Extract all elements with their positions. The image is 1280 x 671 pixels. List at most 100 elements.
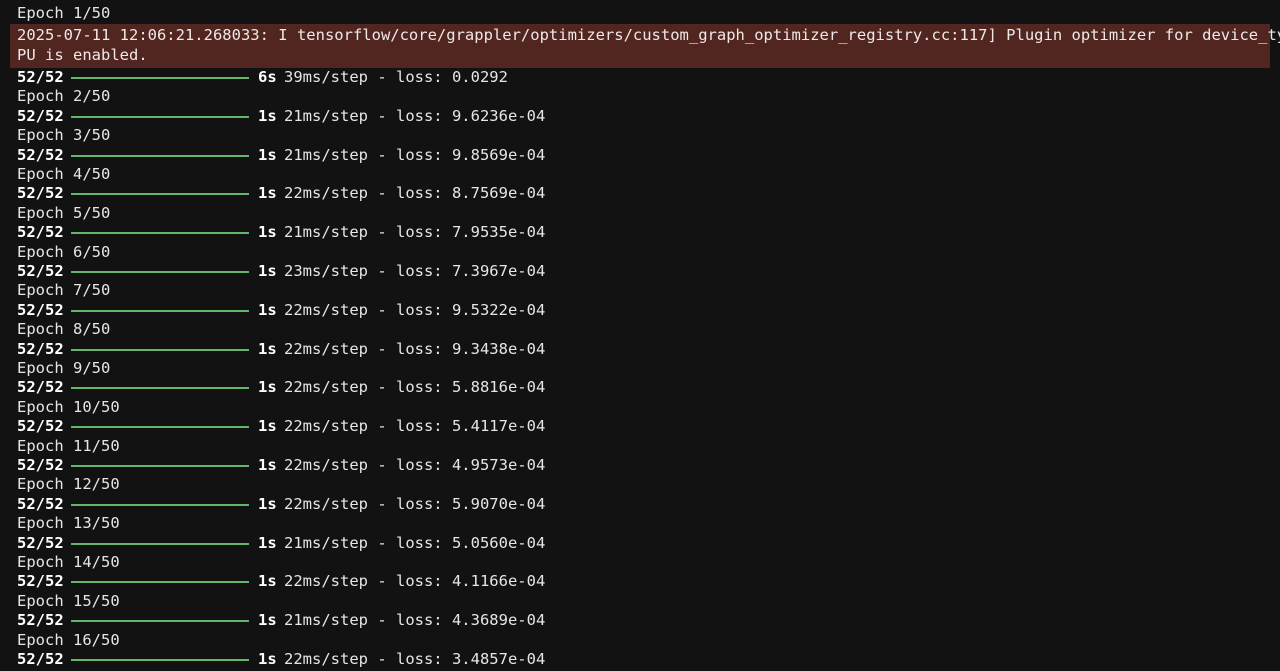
epoch-header: Epoch 6/50 [17, 242, 111, 261]
warning-line: PU is enabled. [17, 45, 148, 64]
epoch-time: 1s [258, 378, 277, 397]
step-count: 52/52 [17, 572, 64, 591]
epoch-header: Epoch 1/50 [17, 4, 111, 22]
step-count: 52/52 [17, 145, 64, 164]
progress-bar-fill [71, 193, 249, 196]
progress-bar-fill [71, 426, 249, 429]
step-time-loss: 21ms/step - loss: 7.9535e-04 [284, 223, 546, 242]
progress-bar [71, 115, 249, 118]
progress-bar [71, 465, 249, 467]
progress-bar [71, 659, 249, 661]
step-time-loss: 21ms/step - loss: 9.6236e-04 [284, 106, 546, 125]
epoch-time: 1s [258, 572, 277, 591]
progress-bar-fill [71, 309, 249, 312]
epoch-header: Epoch 15/50 [17, 591, 120, 610]
step-time-loss: 22ms/step - loss: 9.3438e-04 [284, 339, 546, 358]
step-count: 52/52 [17, 533, 64, 552]
epoch-header: Epoch 10/50 [17, 397, 120, 416]
progress-bar [71, 193, 249, 196]
step-count: 52/52 [17, 417, 64, 436]
progress-bar [71, 154, 249, 157]
step-count: 52/52 [17, 611, 64, 630]
progress-bar [71, 232, 249, 235]
progress-bar-fill [71, 387, 249, 390]
step-count: 52/52 [17, 262, 64, 280]
progress-bar [71, 542, 249, 545]
epoch-time: 1s [258, 339, 277, 358]
step-count: 52/52 [17, 339, 64, 358]
step-time-loss: 21ms/step - loss: 9.8569e-04 [284, 145, 546, 164]
epoch-time: 1s [258, 106, 277, 125]
epoch-time: 1s [258, 223, 277, 242]
step-count: 52/52 [17, 494, 64, 513]
epoch-header: Epoch 11/50 [17, 436, 120, 455]
progress-bar-fill [71, 465, 249, 467]
progress-bar-fill [71, 348, 249, 351]
epoch-time: 1s [258, 184, 277, 203]
progress-bar-fill [71, 659, 249, 661]
step-time-loss: 22ms/step - loss: 9.5322e-04 [284, 300, 546, 319]
warning-line: 2025-07-11 12:06:21.268033: I tensorflow… [17, 26, 1280, 44]
progress-bar-fill [71, 542, 249, 545]
step-time-loss: 21ms/step - loss: 5.0560e-04 [284, 533, 546, 552]
progress-bar [71, 309, 249, 312]
epoch-time: 1s [258, 145, 277, 164]
step-count: 52/52 [17, 300, 64, 319]
epoch-header: Epoch 13/50 [17, 514, 120, 533]
epoch-header: Epoch 3/50 [17, 126, 111, 145]
progress-bar-fill [71, 115, 249, 118]
progress-bar-fill [71, 503, 249, 506]
step-time-loss: 39ms/step - loss: 0.0292 [284, 68, 508, 86]
epoch-header: Epoch 14/50 [17, 553, 120, 571]
step-time-loss: 23ms/step - loss: 7.3967e-04 [284, 262, 546, 280]
tensorflow-warning-block: 2025-07-11 12:06:21.268033: I tensorflow… [10, 24, 1280, 68]
step-time-loss: 22ms/step - loss: 4.1166e-04 [284, 572, 546, 591]
epoch-time: 1s [258, 533, 277, 552]
progress-bar [71, 77, 249, 79]
epoch-header: Epoch 9/50 [17, 359, 111, 377]
step-time-loss: 22ms/step - loss: 3.4857e-04 [284, 650, 546, 668]
step-count: 52/52 [17, 106, 64, 125]
epoch-time: 1s [258, 300, 277, 319]
step-time-loss: 22ms/step - loss: 5.4117e-04 [284, 417, 546, 436]
progress-bar [71, 271, 249, 273]
progress-bar-fill [71, 271, 249, 273]
step-time-loss: 21ms/step - loss: 4.3689e-04 [284, 611, 546, 630]
epoch-time: 1s [258, 494, 277, 513]
epoch-header: Epoch 2/50 [17, 87, 111, 106]
step-count: 52/52 [17, 378, 64, 397]
progress-bar [71, 387, 249, 390]
epoch-header: Epoch 4/50 [17, 165, 111, 183]
epoch-header: Epoch 12/50 [17, 475, 120, 494]
progress-bar-fill [71, 581, 249, 584]
step-count: 52/52 [17, 223, 64, 242]
epoch-time: 1s [258, 262, 277, 280]
epoch-time: 1s [258, 611, 277, 630]
progress-bar [71, 503, 249, 506]
epoch-header: Epoch 16/50 [17, 630, 120, 649]
epoch-time: 1s [258, 417, 277, 436]
progress-bar-fill [71, 154, 249, 157]
step-time-loss: 22ms/step - loss: 8.7569e-04 [284, 184, 546, 203]
epoch-time: 6s [258, 68, 277, 86]
epoch-header: Epoch 5/50 [17, 203, 111, 222]
step-count: 52/52 [17, 650, 64, 668]
progress-bar-fill [71, 620, 249, 623]
epoch-header: Epoch 7/50 [17, 281, 111, 300]
progress-bar [71, 426, 249, 429]
progress-bar-fill [71, 77, 249, 79]
step-count: 52/52 [17, 184, 64, 203]
step-time-loss: 22ms/step - loss: 5.9070e-04 [284, 494, 546, 513]
epoch-header: Epoch 8/50 [17, 320, 111, 339]
progress-bar [71, 348, 249, 351]
progress-bar [71, 620, 249, 623]
step-time-loss: 22ms/step - loss: 4.9573e-04 [284, 456, 546, 474]
step-count: 52/52 [17, 68, 64, 86]
progress-bar-fill [71, 232, 249, 235]
progress-bar [71, 581, 249, 584]
terminal-output[interactable]: Epoch 1/50 2025-07-11 12:06:21.268033: I … [0, 0, 1280, 671]
step-count: 52/52 [17, 456, 64, 474]
step-time-loss: 22ms/step - loss: 5.8816e-04 [284, 378, 546, 397]
epoch-time: 1s [258, 650, 277, 668]
epoch-time: 1s [258, 456, 277, 474]
